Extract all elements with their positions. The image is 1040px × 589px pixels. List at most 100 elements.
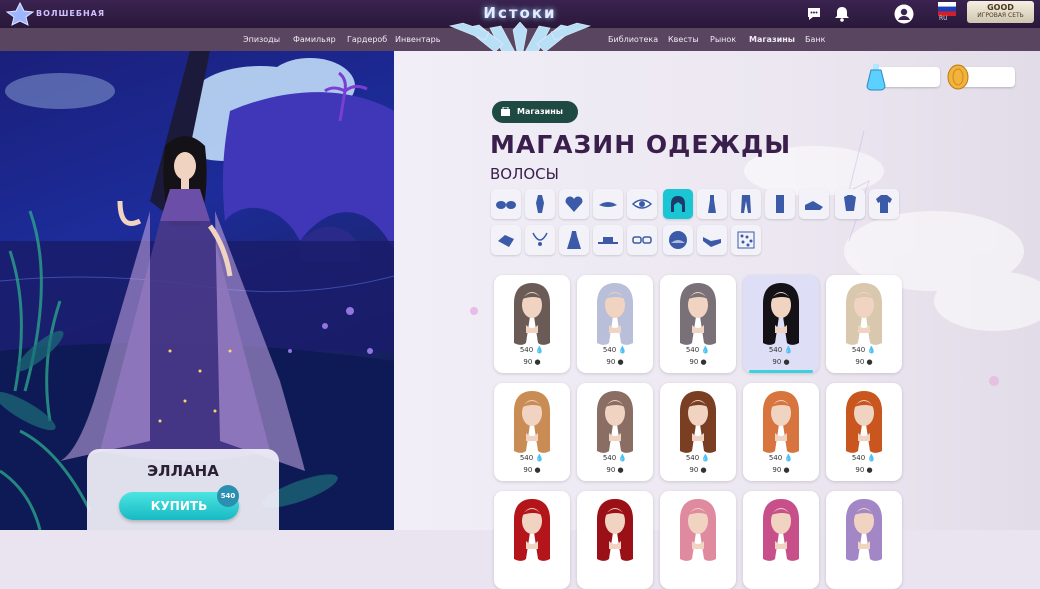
category-coat-button[interactable] (765, 189, 795, 219)
item-price-crystal: 540 💧 (851, 346, 877, 354)
nav-quests[interactable]: Квесты (668, 35, 699, 44)
body-icon (536, 195, 544, 213)
hair-preview-icon (763, 499, 799, 561)
profile-avatar-icon[interactable] (894, 4, 914, 24)
shop-bag-icon (501, 107, 510, 116)
hair-item-card[interactable]: 540 💧 90 ● (494, 383, 570, 481)
category-top-button[interactable] (835, 189, 865, 219)
chat-icon[interactable] (805, 5, 823, 23)
hair-preview-icon (846, 283, 882, 345)
item-price-crystal: 540 💧 (851, 454, 877, 462)
necklace-icon (532, 232, 548, 246)
category-body-button[interactable] (525, 189, 555, 219)
crystal-potion-icon (864, 62, 888, 92)
brim-icon (599, 202, 617, 207)
hair-item-card[interactable]: 540 💧 90 ● (826, 275, 902, 373)
nav-market[interactable]: Рынок (710, 35, 736, 44)
category-hair-button[interactable] (663, 189, 693, 219)
item-price-coin: 90 ● (772, 466, 790, 474)
category-eyes-button[interactable] (627, 189, 657, 219)
coin-icon (946, 64, 970, 90)
pattern-icon (737, 231, 755, 249)
glove-icon (498, 235, 514, 247)
nav-bank[interactable]: Банк (805, 35, 825, 44)
hair-item-card[interactable] (577, 491, 653, 589)
item-price-crystal: 540 💧 (768, 454, 794, 462)
bell-icon[interactable] (833, 5, 851, 23)
network-button-caption: ИГРОВАЯ СЕТЬ (977, 12, 1024, 19)
category-background-button[interactable] (663, 225, 693, 255)
breadcrumb-shops[interactable]: Магазины (492, 101, 578, 123)
item-price-crystal: 540 💧 (519, 454, 545, 462)
breadcrumb-label: Магазины (517, 107, 563, 116)
category-pattern-button[interactable] (731, 225, 761, 255)
hair-item-card[interactable]: 540 💧 90 ● (660, 275, 736, 373)
hair-item-card[interactable]: 540 💧 90 ● (577, 383, 653, 481)
item-price-coin: 90 ● (855, 466, 873, 474)
game-network-button[interactable]: GOOD ИГРОВАЯ СЕТЬ (967, 1, 1034, 23)
nav-library[interactable]: Библиотека (608, 35, 658, 44)
character-name-panel: ЭЛЛАНА КУПИТЬ 540 (87, 449, 279, 530)
hair-preview-icon (680, 391, 716, 453)
hair-preview-icon (680, 499, 716, 561)
dress-icon (708, 195, 716, 213)
nav-wardrobe[interactable]: Гардероб (347, 35, 387, 44)
hair-item-card[interactable]: 540 💧 90 ● (743, 275, 819, 373)
hair-item-card[interactable]: 540 💧 90 ● (743, 383, 819, 481)
hair-preview-icon (514, 283, 550, 345)
item-price-crystal: 540 💧 (685, 346, 711, 354)
nav-shops[interactable]: Магазины (749, 35, 795, 44)
hair-preview-icon (597, 283, 633, 345)
hair-preview-icon (763, 391, 799, 453)
nav-inventory[interactable]: Инвентарь (395, 35, 440, 44)
item-price-crystal: 540 💧 (519, 346, 545, 354)
category-pants-button[interactable] (731, 189, 761, 219)
item-price-coin: 90 ● (855, 358, 873, 366)
spectacles-icon (632, 236, 652, 244)
hair-preview-icon (597, 499, 633, 561)
hair-item-card[interactable]: 540 💧 90 ● (660, 383, 736, 481)
shoes-icon (805, 201, 823, 210)
shop-title: МАГАЗИН ОДЕЖДЫ (490, 130, 792, 159)
scarf-icon (703, 237, 721, 247)
hair-preview-icon (763, 283, 799, 345)
flag-ru-icon[interactable] (938, 1, 956, 16)
category-shoes-button[interactable] (799, 189, 829, 219)
background-icon (669, 231, 687, 249)
item-price-coin: 90 ● (606, 358, 624, 366)
hair-item-card[interactable] (826, 491, 902, 589)
category-hat-button[interactable] (593, 225, 623, 255)
category-scarf-button[interactable] (697, 225, 727, 255)
hair-item-card[interactable]: 540 💧 90 ● (577, 275, 653, 373)
item-price-crystal: 540 💧 (768, 346, 794, 354)
category-brim-button[interactable] (593, 189, 623, 219)
site-title: Истоки (483, 4, 557, 22)
category-gown-button[interactable] (559, 225, 589, 255)
item-price-coin: 90 ● (523, 358, 541, 366)
character-name: ЭЛЛАНА (147, 462, 219, 480)
item-price-crystal: 540 💧 (602, 346, 628, 354)
category-jacket-button[interactable] (869, 189, 899, 219)
nav-episodes[interactable]: Эпизоды (243, 35, 280, 44)
category-necklace-button[interactable] (525, 225, 555, 255)
hair-item-card[interactable]: 540 💧 90 ● (826, 383, 902, 481)
item-price-coin: 90 ● (689, 358, 707, 366)
category-glasses-button[interactable] (491, 189, 521, 219)
network-button-brand: GOOD (987, 3, 1014, 12)
nav-familiar[interactable]: Фамильяр (293, 35, 336, 44)
hair-preview-icon (680, 283, 716, 345)
gown-icon (567, 231, 581, 249)
hair-item-card[interactable] (494, 491, 570, 589)
hair-item-card[interactable] (743, 491, 819, 589)
language-label[interactable]: RU (939, 15, 948, 22)
item-price-crystal: 540 💧 (602, 454, 628, 462)
category-gloves-button[interactable] (491, 225, 521, 255)
item-price-coin: 90 ● (523, 466, 541, 474)
category-top-heart-button[interactable] (559, 189, 589, 219)
pants-icon (741, 195, 751, 213)
hair-item-card[interactable] (660, 491, 736, 589)
hair-preview-icon (514, 391, 550, 453)
category-spectacles-button[interactable] (627, 225, 657, 255)
hair-item-card[interactable]: 540 💧 90 ● (494, 275, 570, 373)
category-dress-button[interactable] (697, 189, 727, 219)
